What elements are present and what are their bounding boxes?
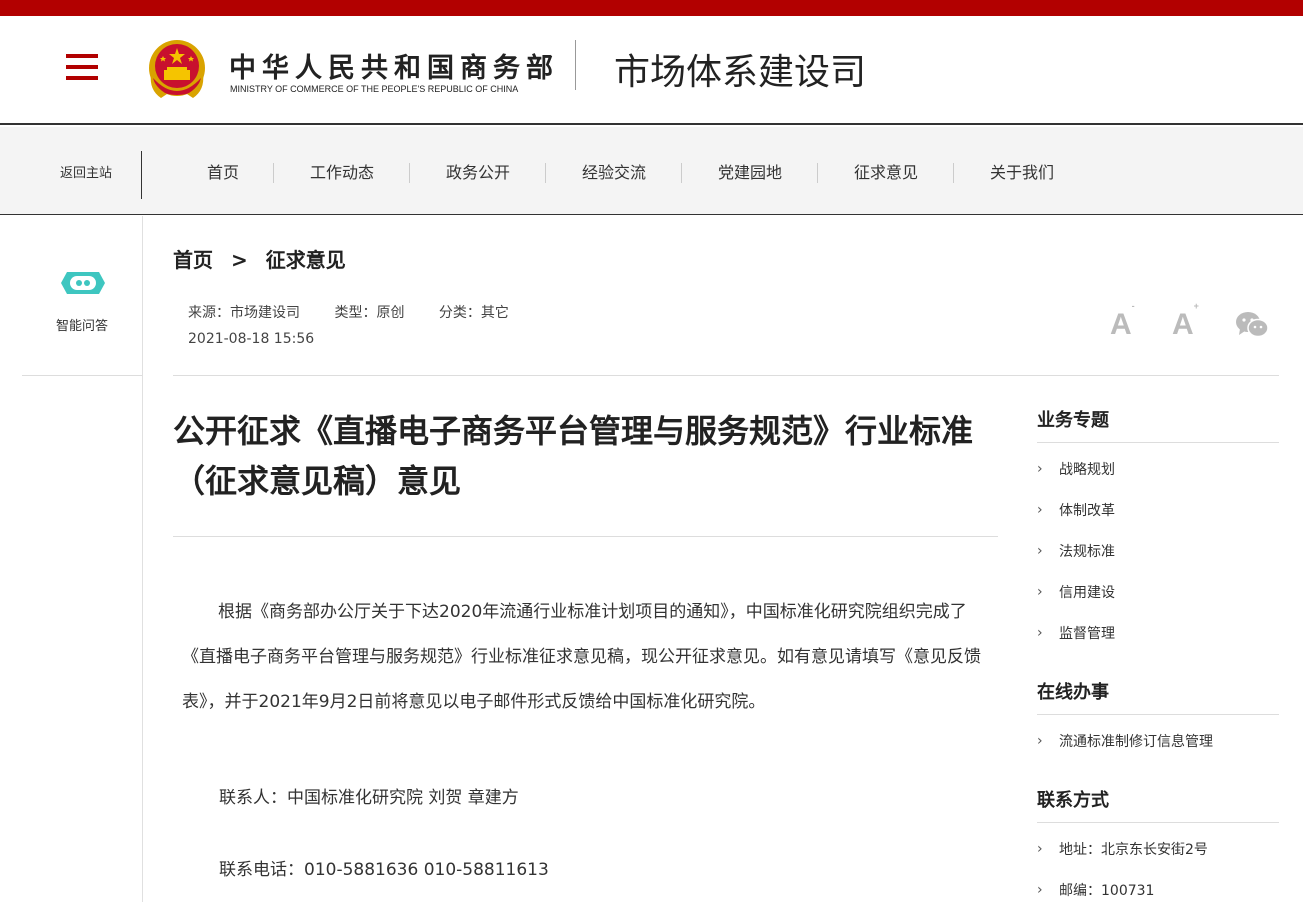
article-meta: 来源：市场建设司 类型：原创 分类：其它 [188,302,539,322]
site-header: 中华人民共和国商务部 MINISTRY OF COMMERCE OF THE P… [0,16,1303,125]
meta-divider [173,375,1279,376]
chevron-right-icon: › [1037,624,1043,641]
breadcrumb-current[interactable]: 征求意见 [266,248,346,272]
sidebar-item-supervision[interactable]: › 监督管理 [1037,612,1279,653]
breadcrumb: 首页 > 征求意见 [173,244,346,273]
smart-qa-label: 智能问答 [55,319,108,334]
sidebar-online-heading: 在线办事 [1037,678,1279,715]
back-to-main-link[interactable]: 返回主站 [30,127,142,215]
contact-person: 联系人：中国标准化研究院 刘贺 章建方 [219,788,519,808]
sidebar-item-strategy[interactable]: › 战略规划 [1037,448,1279,489]
smart-qa-button[interactable]: 智能问答 [22,216,142,376]
chevron-right-icon: › [1037,583,1043,600]
meta-category: 分类：其它 [438,305,509,321]
ministry-name-en: MINISTRY OF COMMERCE OF THE PEOPLE'S REP… [230,84,519,94]
sidebar-topics-heading: 业务专题 [1037,406,1279,443]
article-title: 公开征求《直播电子商务平台管理与服务规范》行业标准（征求意见稿）意见 [173,412,974,500]
meta-type: 类型：原创 [334,305,405,321]
meta-source: 来源：市场建设司 [188,305,300,321]
sidebar-online: 在线办事 › 流通标准制修订信息管理 [1037,678,1279,761]
site-title: 市场体系建设司 [614,52,867,93]
article-paragraph: 根据《商务部办公厅关于下达2020年流通行业标准计划项目的通知》，中国标准化研究… [182,602,981,712]
font-decrease-button[interactable]: A- [1110,301,1135,342]
national-emblem-icon [149,40,205,98]
nav-item-home[interactable]: 首页 [155,127,291,215]
sidebar-item-credit[interactable]: › 信用建设 [1037,571,1279,612]
top-red-bar [0,0,1303,16]
sidebar-contact: 联系方式 › 地址：北京东长安街2号 › 邮编：100731 [1037,786,1279,902]
menu-icon[interactable] [66,54,98,80]
chevron-right-icon: › [1037,732,1043,749]
sidebar-contact-address: › 地址：北京东长安街2号 [1037,840,1208,858]
nav-item-work-news[interactable]: 工作动态 [274,127,410,215]
contact-phone: 联系电话：010-5881636 010-58811613 [219,860,549,880]
sidebar-contact-postcode: › 邮编：100731 [1037,881,1155,899]
breadcrumb-home[interactable]: 首页 [173,248,213,272]
title-divider [173,536,998,537]
header-divider [575,40,576,90]
sidebar-topics: 业务专题 › 战略规划 › 体制改革 › 法规标准 › 信用建设 › 监督管理 [1037,406,1279,653]
wechat-share-icon[interactable] [1235,311,1269,339]
chevron-right-icon: › [1037,840,1043,857]
chevron-right-icon: › [1037,542,1043,559]
nav-divider [141,151,142,199]
nav-item-consultation[interactable]: 征求意见 [818,127,954,215]
left-column: 智能问答 [22,216,143,902]
chevron-right-icon: › [1037,501,1043,518]
breadcrumb-separator: > [231,248,248,272]
chevron-right-icon: › [1037,881,1043,898]
nav-item-party[interactable]: 党建园地 [682,127,818,215]
sidebar-item-reform[interactable]: › 体制改革 [1037,489,1279,530]
nav-item-gov-affairs[interactable]: 政务公开 [410,127,546,215]
ministry-name-cn: 中华人民共和国商务部 [229,53,559,84]
sidebar-item-standard-management[interactable]: › 流通标准制修订信息管理 [1037,720,1279,761]
chevron-right-icon: › [1037,460,1043,477]
sidebar-contact-heading: 联系方式 [1037,786,1279,823]
font-increase-button[interactable]: A+ [1172,301,1199,342]
sidebar-item-regulations[interactable]: › 法规标准 [1037,530,1279,571]
chatbot-icon [61,272,105,294]
meta-date: 2021-08-18 15:56 [188,331,315,347]
nav-item-about[interactable]: 关于我们 [954,127,1090,215]
nav-item-experience[interactable]: 经验交流 [546,127,682,215]
main-nav: 返回主站 首页 工作动态 政务公开 经验交流 党建园地 征求意见 关于我们 [0,127,1303,215]
